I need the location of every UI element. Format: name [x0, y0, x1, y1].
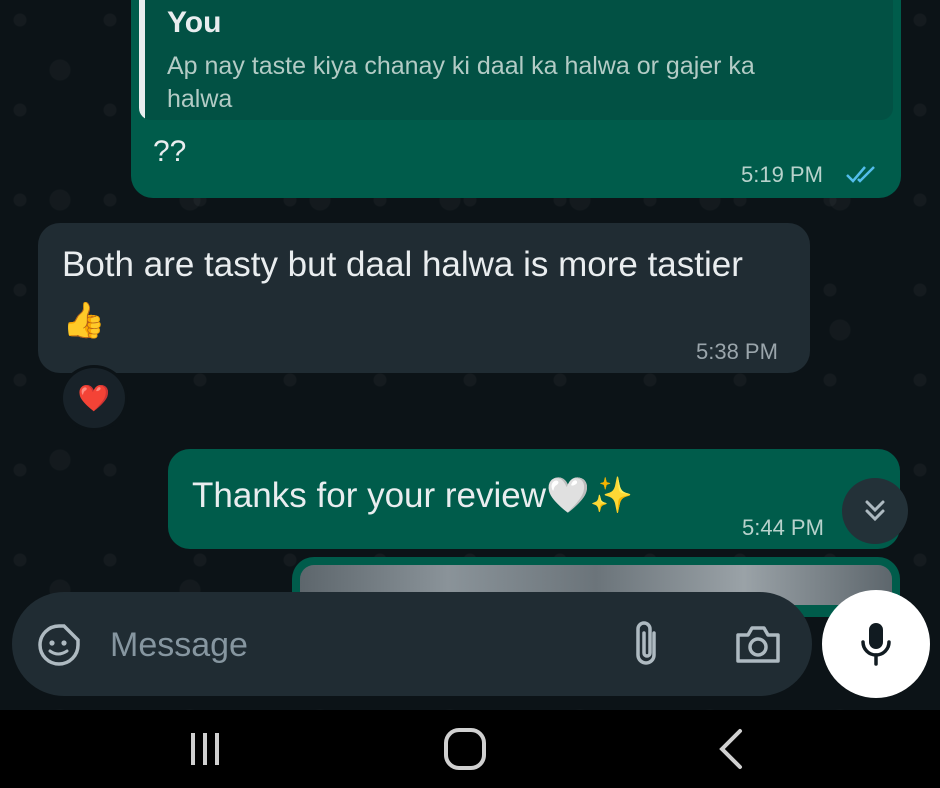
quoted-message[interactable]: You Ap nay taste kiya chanay ki daal ka … [139, 0, 893, 120]
back-button[interactable] [696, 710, 766, 788]
outgoing-message[interactable]: Thanks for your review🤍✨ 5:44 PM [168, 449, 900, 549]
camera-icon[interactable] [732, 620, 784, 668]
read-ticks-icon [846, 166, 875, 183]
paperclip-icon[interactable] [624, 618, 670, 670]
heart-reaction-icon: ❤️ [77, 383, 111, 413]
message-time: 5:44 PM [742, 515, 824, 540]
message-text: Thanks for your review🤍✨ [192, 476, 634, 515]
message-time: 5:19 PM [741, 162, 823, 187]
microphone-icon [861, 623, 891, 666]
scroll-to-bottom-button[interactable] [842, 478, 908, 544]
voice-message-button[interactable] [822, 590, 930, 698]
quote-bar [139, 0, 145, 120]
home-button[interactable] [430, 710, 500, 788]
message-composer [12, 592, 812, 696]
quote-text: Ap nay taste kiya chanay ki daal ka halw… [167, 52, 755, 113]
recent-apps-icon [191, 733, 219, 765]
home-icon [444, 728, 486, 770]
incoming-message[interactable]: Both are tasty but daal halwa is more ta… [38, 223, 810, 373]
outgoing-message[interactable]: You Ap nay taste kiya chanay ki daal ka … [131, 0, 901, 198]
reaction-badge[interactable]: ❤️ [60, 365, 128, 431]
message-time: 5:38 PM [696, 339, 778, 364]
message-text: ?? [153, 135, 187, 168]
quote-author: You [167, 6, 222, 39]
message-input[interactable] [108, 618, 592, 672]
system-navigation-bar [0, 710, 940, 788]
double-chevron-down-icon [865, 500, 885, 522]
back-icon [719, 729, 742, 769]
recent-apps-button[interactable] [170, 710, 240, 788]
sticker-icon[interactable] [34, 622, 84, 668]
message-text: Both are tasty but daal halwa is more ta… [62, 245, 743, 340]
